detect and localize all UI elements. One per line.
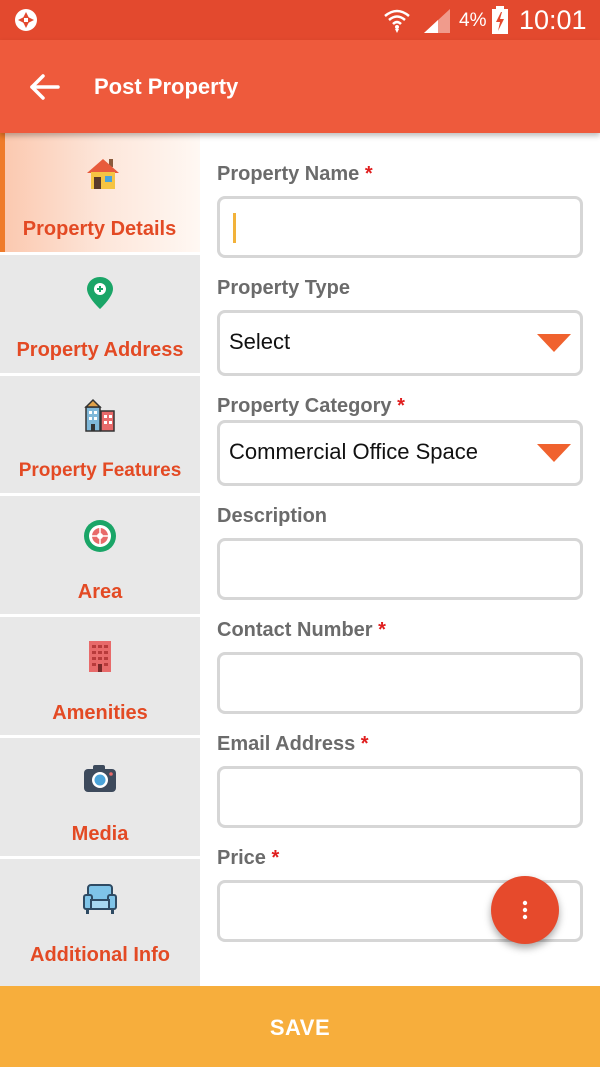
location-pin-icon xyxy=(87,277,113,309)
required-mark: * xyxy=(397,395,405,417)
sidebar-item-property-features[interactable]: Property Features xyxy=(0,376,200,493)
property-type-label: Property Type xyxy=(217,277,350,299)
sidebar-item-label: Media xyxy=(71,823,129,845)
contact-number-field[interactable] xyxy=(217,652,583,714)
sidebar-item-label: Property Details xyxy=(22,218,177,240)
text-cursor xyxy=(233,213,236,243)
sidebar-item-label: Property Address xyxy=(16,339,184,361)
contact-number-label: Contact Number * xyxy=(217,619,386,641)
property-category-select[interactable]: Commercial Office Space xyxy=(217,420,583,486)
required-mark: * xyxy=(360,733,369,755)
target-icon xyxy=(84,520,116,552)
sidebar-item-additional-info[interactable]: Additional Info xyxy=(0,859,200,986)
sidebar-item-amenities[interactable]: Amenities xyxy=(0,617,200,735)
armchair-icon xyxy=(83,884,117,914)
description-field[interactable] xyxy=(217,538,583,600)
required-mark: * xyxy=(364,163,373,185)
dropdown-arrow-icon xyxy=(537,334,571,352)
required-mark: * xyxy=(271,847,280,869)
apartment-building-icon xyxy=(89,641,111,672)
save-button[interactable]: SAVE xyxy=(0,986,600,1067)
more-options-button[interactable] xyxy=(491,876,559,944)
aperture-icon xyxy=(15,9,37,31)
battery-percent: 4% xyxy=(459,10,487,31)
property-category-label: Property Category * xyxy=(217,395,405,417)
status-time: 10:01 xyxy=(519,5,587,35)
more-vertical-icon xyxy=(522,900,528,920)
sidebar-item-area[interactable]: Area xyxy=(0,496,200,614)
buildings-icon xyxy=(84,398,115,432)
page-title: Post Property xyxy=(94,74,239,99)
required-mark: * xyxy=(378,619,386,641)
sidebar-item-label: Additional Info xyxy=(30,944,170,966)
sidebar-item-label: Amenities xyxy=(52,702,148,724)
email-address-field[interactable] xyxy=(217,766,583,828)
property-details-form: Property Name * Property Type Select Pro… xyxy=(200,133,600,986)
status-bar: 4% 10:01 xyxy=(0,0,600,40)
property-category-value: Commercial Office Space xyxy=(229,439,479,464)
dropdown-arrow-icon xyxy=(537,444,571,462)
property-name-label: Property Name * xyxy=(217,163,373,185)
property-type-value: Select xyxy=(229,329,291,354)
wifi-icon xyxy=(384,9,410,33)
property-name-field[interactable] xyxy=(217,196,583,258)
battery-icon xyxy=(492,6,508,34)
signal-icon xyxy=(424,9,450,33)
sidebar-item-media[interactable]: Media xyxy=(0,738,200,856)
save-button-label: SAVE xyxy=(269,1015,331,1040)
sidebar-item-label: Area xyxy=(77,581,123,603)
price-label: Price * xyxy=(217,847,280,869)
sidebar: Property Details Property Address Proper… xyxy=(0,133,200,986)
app-bar: Post Property xyxy=(0,40,600,133)
sidebar-item-label: Property Features xyxy=(18,460,182,481)
back-arrow-icon[interactable] xyxy=(28,70,62,104)
sidebar-item-property-address[interactable]: Property Address xyxy=(0,255,200,373)
property-type-select[interactable]: Select xyxy=(217,310,583,376)
description-label: Description xyxy=(217,505,328,527)
camera-icon xyxy=(84,765,116,792)
email-address-label: Email Address * xyxy=(217,733,369,755)
house-icon xyxy=(86,159,119,189)
sidebar-item-property-details[interactable]: Property Details xyxy=(0,133,200,252)
